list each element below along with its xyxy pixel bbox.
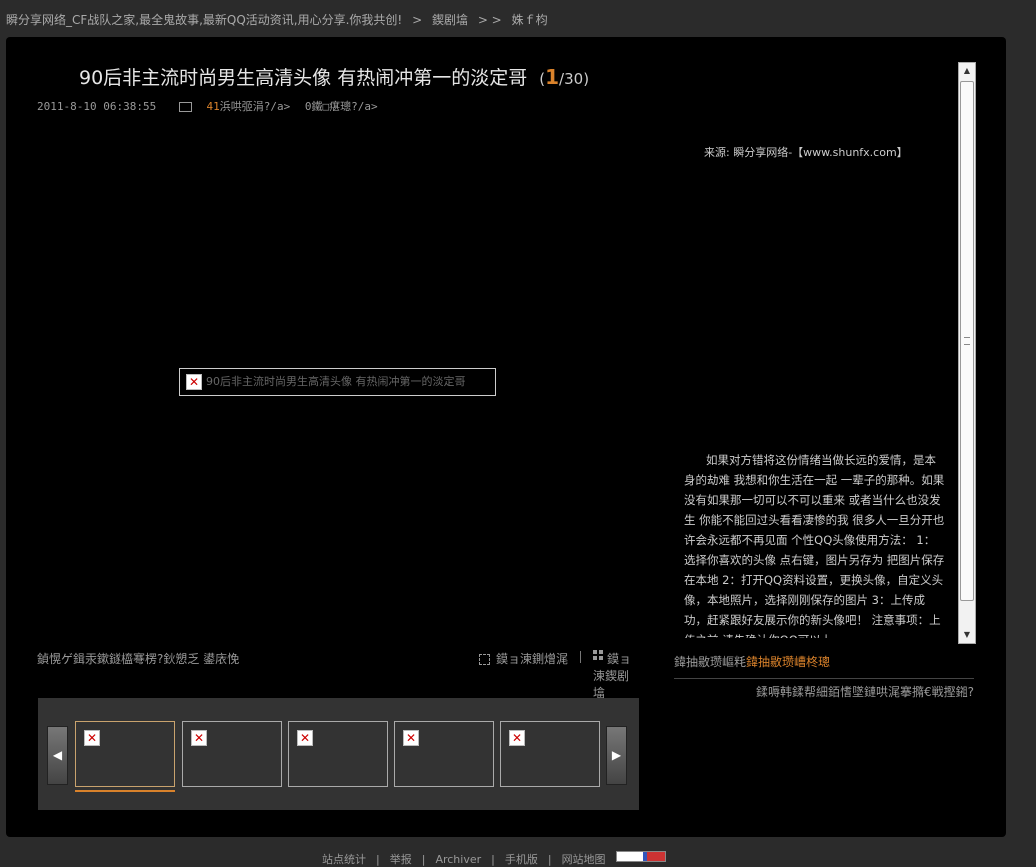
broken-image-icon: ✕: [403, 730, 419, 746]
scrollbar-thumb[interactable]: [960, 81, 974, 601]
thumbnail-4[interactable]: ✕: [394, 721, 494, 787]
thumbnail-3[interactable]: ✕: [288, 721, 388, 787]
breadcrumb: 瞬分享网络_CF战队之家,最全鬼故事,最新QQ活动资讯,用心分享.你我共创! >…: [6, 11, 554, 28]
image-caption: 鍞愰ゲ鍓汞鏉鐩橀弿楞?鈥愬乏 鍙庡悗: [37, 652, 240, 666]
comment-icon: [178, 102, 192, 112]
active-thumbnail-indicator: [75, 790, 175, 792]
thumbnail-5[interactable]: ✕: [500, 721, 600, 787]
fullscreen-icon: [479, 654, 490, 665]
tool-divider: [580, 651, 581, 663]
related-prefix[interactable]: 鍏抽敭瓒嶇粍: [674, 655, 746, 669]
comment-link[interactable]: 浜哄弬涓?/a>: [220, 100, 291, 113]
photo-viewer-panel: 90后非主流时尚男生高清头像 有热闹冲第一的淡定哥 (1/30) 2011-8-…: [6, 37, 1006, 837]
thumbnail-1[interactable]: ✕: [75, 721, 175, 787]
page-title: 90后非主流时尚男生高清头像 有热闹冲第一的淡定哥 (1/30): [79, 63, 589, 90]
grid-view-button[interactable]: 鏌ョ湅鍥剧墖: [593, 650, 637, 701]
thumbnail-2[interactable]: ✕: [182, 721, 282, 787]
breadcrumb-separator-2: > >: [477, 13, 502, 27]
source-line: 来源: 瞬分享网络-【www.shunfx.com】: [704, 146, 908, 159]
divider: [674, 678, 974, 679]
post-datetime: 2011-8-10 06:38:55: [37, 100, 157, 113]
broken-image-icon: ✕: [509, 730, 525, 746]
post-meta: 2011-8-10 06:38:55 41浜哄弬涓?/a> 0鐵□瘎璁?/a>: [37, 98, 378, 114]
breadcrumb-separator: >: [412, 13, 423, 27]
scrollbar-grip-icon: [964, 337, 970, 345]
breadcrumb-section-link[interactable]: 鍥剧墖: [432, 13, 468, 27]
view-link[interactable]: 0鐵□瘎璁?/a>: [305, 100, 378, 113]
breadcrumb-current: 姝ｆ枃: [511, 13, 548, 27]
broken-image-icon: ✕: [191, 730, 207, 746]
broken-image-icon: ✕: [186, 374, 202, 390]
share-link[interactable]: 鍒嗕韩鍒帮細銆愭墜鏈哄浘搴撱€戦摼鎺?: [674, 683, 974, 700]
title-text: 90后非主流时尚男生高清头像 有热闹冲第一的淡定哥: [79, 67, 528, 89]
image-description: 如果对方错将这份情绪当做长远的爱情，是本身的劫难 我想和你生活在一起 一辈子的那…: [684, 453, 945, 638]
view-original-label: 鏌ョ湅鍘熷浘: [496, 652, 569, 666]
site-footer: 站点统计 | 举报 | Archiver | 手机版 | 网站地图: [322, 851, 666, 867]
image-counter: (1/30): [539, 65, 590, 89]
thumbnail-strip: ◀ ✕ ✕ ✕ ✕ ✕ ▶: [38, 698, 639, 810]
scroll-up-icon[interactable]: ▲: [959, 63, 975, 79]
arrow-right-icon: ▶: [611, 748, 622, 762]
thumbnail-next-button[interactable]: ▶: [606, 726, 627, 785]
related-nav: 鍏抽敭瓒嶇粍鍏抽敭瓒嶆柊璁: [674, 653, 974, 679]
current-index: 1: [545, 65, 560, 89]
arrow-left-icon: ◀: [52, 748, 63, 762]
grid-icon: [593, 650, 603, 660]
broken-image-icon: ✕: [84, 730, 100, 746]
main-image[interactable]: ✕ 90后非主流时尚男生高清头像 有热闹冲第一的淡定哥: [179, 368, 496, 396]
thumbnail-prev-button[interactable]: ◀: [47, 726, 68, 785]
related-highlight[interactable]: 鍏抽敭瓒嶆柊璁: [746, 655, 830, 669]
comment-count[interactable]: 41: [206, 100, 219, 113]
breadcrumb-site-link[interactable]: 瞬分享网络_CF战队之家,最全鬼故事,最新QQ活动资讯,用心分享.你我共创!: [6, 13, 402, 27]
total-count: /30): [559, 70, 590, 88]
main-image-alt: 90后非主流时尚男生高清头像 有热闹冲第一的淡定哥: [206, 375, 466, 388]
description-scrollbar[interactable]: ▲ ▼: [958, 62, 976, 644]
scroll-down-icon[interactable]: ▼: [959, 627, 975, 643]
view-original-button[interactable]: 鏌ョ湅鍘熷浘: [479, 650, 568, 667]
broken-image-icon: ✕: [297, 730, 313, 746]
cnzz-badge-icon[interactable]: [615, 851, 666, 862]
